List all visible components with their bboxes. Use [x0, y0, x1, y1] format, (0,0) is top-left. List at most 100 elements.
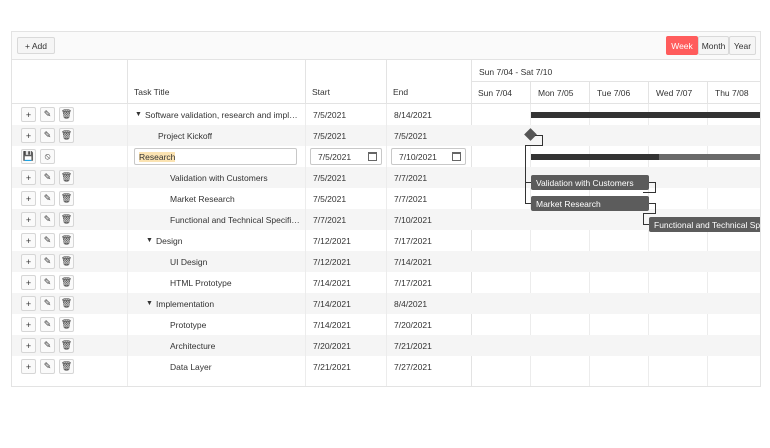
- edit-button[interactable]: ✎: [40, 317, 55, 332]
- table-row[interactable]: + ✎ 🗑 Market Research 7/5/2021 7/7/2021: [12, 188, 471, 209]
- edit-button[interactable]: ✎: [40, 191, 55, 206]
- delete-button[interactable]: 🗑: [59, 191, 74, 206]
- expand-arrow-icon[interactable]: ▼: [146, 237, 156, 244]
- task-bar-market[interactable]: Market Research: [531, 196, 649, 211]
- add-child-button[interactable]: +: [21, 233, 36, 248]
- task-start-cell[interactable]: 7/5/2021: [305, 125, 386, 146]
- task-title-cell[interactable]: Market Research: [127, 188, 305, 209]
- add-child-button[interactable]: +: [21, 191, 36, 206]
- edit-button[interactable]: ✎: [40, 170, 55, 185]
- table-row[interactable]: + ✎ 🗑 ▼ Software validation, research and…: [12, 104, 471, 125]
- table-row[interactable]: + ✎ 🗑 Project Kickoff 7/5/2021 7/5/2021: [12, 125, 471, 146]
- edit-button[interactable]: ✎: [40, 233, 55, 248]
- task-title-cell[interactable]: UI Design: [127, 251, 305, 272]
- task-end-cell[interactable]: 7/27/2021: [386, 356, 471, 377]
- task-end-cell[interactable]: 7/20/2021: [386, 314, 471, 335]
- delete-button[interactable]: 🗑: [59, 170, 74, 185]
- task-end-cell[interactable]: 8/14/2021: [386, 104, 471, 125]
- task-title-cell[interactable]: HTML Prototype: [127, 272, 305, 293]
- edit-button[interactable]: ✎: [40, 254, 55, 269]
- task-title-cell[interactable]: ▼ Design: [127, 230, 305, 251]
- task-start-cell[interactable]: 7/14/2021: [305, 293, 386, 314]
- table-row[interactable]: + ✎ 🗑 HTML Prototype 7/14/2021 7/17/2021: [12, 272, 471, 293]
- task-end-cell[interactable]: 7/7/2021: [386, 188, 471, 209]
- table-row[interactable]: + ✎ 🗑 ▼ Design 7/12/2021 7/17/2021: [12, 230, 471, 251]
- add-child-button[interactable]: +: [21, 275, 36, 290]
- end-column-header[interactable]: End: [386, 60, 471, 104]
- task-end-cell[interactable]: 7/14/2021: [386, 251, 471, 272]
- calendar-icon[interactable]: [452, 152, 461, 161]
- edit-row[interactable]: 💾 ⦸ Research 7/5/2021 7/10/2021: [12, 146, 471, 167]
- add-task-button[interactable]: + Add: [17, 37, 55, 54]
- save-button[interactable]: 💾: [21, 149, 36, 164]
- table-row[interactable]: + ✎ 🗑 Validation with Customers 7/5/2021…: [12, 167, 471, 188]
- task-title-cell[interactable]: Project Kickoff: [127, 125, 305, 146]
- delete-button[interactable]: 🗑: [59, 317, 74, 332]
- task-start-cell[interactable]: 7/5/2021: [305, 188, 386, 209]
- table-row[interactable]: + ✎ 🗑 ▼ Implementation 7/14/2021 8/4/2021: [12, 293, 471, 314]
- edit-button[interactable]: ✎: [40, 359, 55, 374]
- task-start-cell[interactable]: 7/21/2021: [305, 356, 386, 377]
- edit-button[interactable]: ✎: [40, 296, 55, 311]
- delete-button[interactable]: 🗑: [59, 128, 74, 143]
- add-child-button[interactable]: +: [21, 254, 36, 269]
- task-title-cell[interactable]: Architecture: [127, 335, 305, 356]
- task-start-cell[interactable]: 7/14/2021: [305, 272, 386, 293]
- title-column-header[interactable]: Task Title: [127, 60, 305, 104]
- task-title-cell[interactable]: ▼ Software validation, research and impl…: [127, 104, 305, 125]
- delete-button[interactable]: 🗑: [59, 233, 74, 248]
- task-title-cell[interactable]: Functional and Technical Specifi…: [127, 209, 305, 230]
- add-child-button[interactable]: +: [21, 170, 36, 185]
- add-child-button[interactable]: +: [21, 107, 36, 122]
- edit-button[interactable]: ✎: [40, 107, 55, 122]
- task-end-cell[interactable]: 7/7/2021: [386, 167, 471, 188]
- task-start-cell[interactable]: 7/20/2021: [305, 335, 386, 356]
- summary-bar[interactable]: [531, 112, 760, 118]
- view-month-button[interactable]: Month: [698, 36, 729, 55]
- delete-button[interactable]: 🗑: [59, 107, 74, 122]
- cancel-button[interactable]: ⦸: [40, 149, 55, 164]
- add-child-button[interactable]: +: [21, 317, 36, 332]
- expand-arrow-icon[interactable]: ▼: [146, 300, 156, 307]
- task-end-cell[interactable]: 7/17/2021: [386, 230, 471, 251]
- table-row[interactable]: + ✎ 🗑 UI Design 7/12/2021 7/14/2021: [12, 251, 471, 272]
- task-title-cell[interactable]: Prototype: [127, 314, 305, 335]
- delete-button[interactable]: 🗑: [59, 275, 74, 290]
- summary-bar-remaining[interactable]: [659, 154, 760, 160]
- task-start-cell[interactable]: 7/7/2021: [305, 209, 386, 230]
- delete-button[interactable]: 🗑: [59, 359, 74, 374]
- task-start-cell[interactable]: 7/12/2021: [305, 251, 386, 272]
- task-end-cell[interactable]: 7/21/2021: [386, 335, 471, 356]
- task-end-cell[interactable]: 7/10/2021: [386, 209, 471, 230]
- delete-button[interactable]: 🗑: [59, 254, 74, 269]
- task-start-cell[interactable]: 7/5/2021: [305, 167, 386, 188]
- delete-button[interactable]: 🗑: [59, 296, 74, 311]
- task-end-cell[interactable]: 8/4/2021: [386, 293, 471, 314]
- edit-button[interactable]: ✎: [40, 338, 55, 353]
- task-start-cell[interactable]: 7/5/2021: [305, 104, 386, 125]
- add-child-button[interactable]: +: [21, 338, 36, 353]
- task-start-cell[interactable]: 7/12/2021: [305, 230, 386, 251]
- task-title-cell[interactable]: ▼ Implementation: [127, 293, 305, 314]
- delete-button[interactable]: 🗑: [59, 338, 74, 353]
- title-input[interactable]: Research: [134, 148, 297, 165]
- add-child-button[interactable]: +: [21, 128, 36, 143]
- add-child-button[interactable]: +: [21, 296, 36, 311]
- end-date-input[interactable]: 7/10/2021: [391, 148, 466, 165]
- view-year-button[interactable]: Year: [729, 36, 756, 55]
- task-end-cell[interactable]: 7/5/2021: [386, 125, 471, 146]
- table-row[interactable]: + ✎ 🗑 Data Layer 7/21/2021 7/27/2021: [12, 356, 471, 377]
- task-bar-validation[interactable]: Validation with Customers: [531, 175, 649, 190]
- task-title-cell[interactable]: Data Layer: [127, 356, 305, 377]
- delete-button[interactable]: 🗑: [59, 212, 74, 227]
- add-child-button[interactable]: +: [21, 359, 36, 374]
- task-bar-functional[interactable]: Functional and Technical Spe: [649, 217, 760, 232]
- table-row[interactable]: + ✎ 🗑 Functional and Technical Specifi… …: [12, 209, 471, 230]
- table-row[interactable]: + ✎ 🗑 Prototype 7/14/2021 7/20/2021: [12, 314, 471, 335]
- add-child-button[interactable]: +: [21, 212, 36, 227]
- table-row[interactable]: + ✎ 🗑 Architecture 7/20/2021 7/21/2021: [12, 335, 471, 356]
- edit-button[interactable]: ✎: [40, 275, 55, 290]
- start-date-input[interactable]: 7/5/2021: [310, 148, 382, 165]
- calendar-icon[interactable]: [368, 152, 377, 161]
- start-column-header[interactable]: Start: [305, 60, 386, 104]
